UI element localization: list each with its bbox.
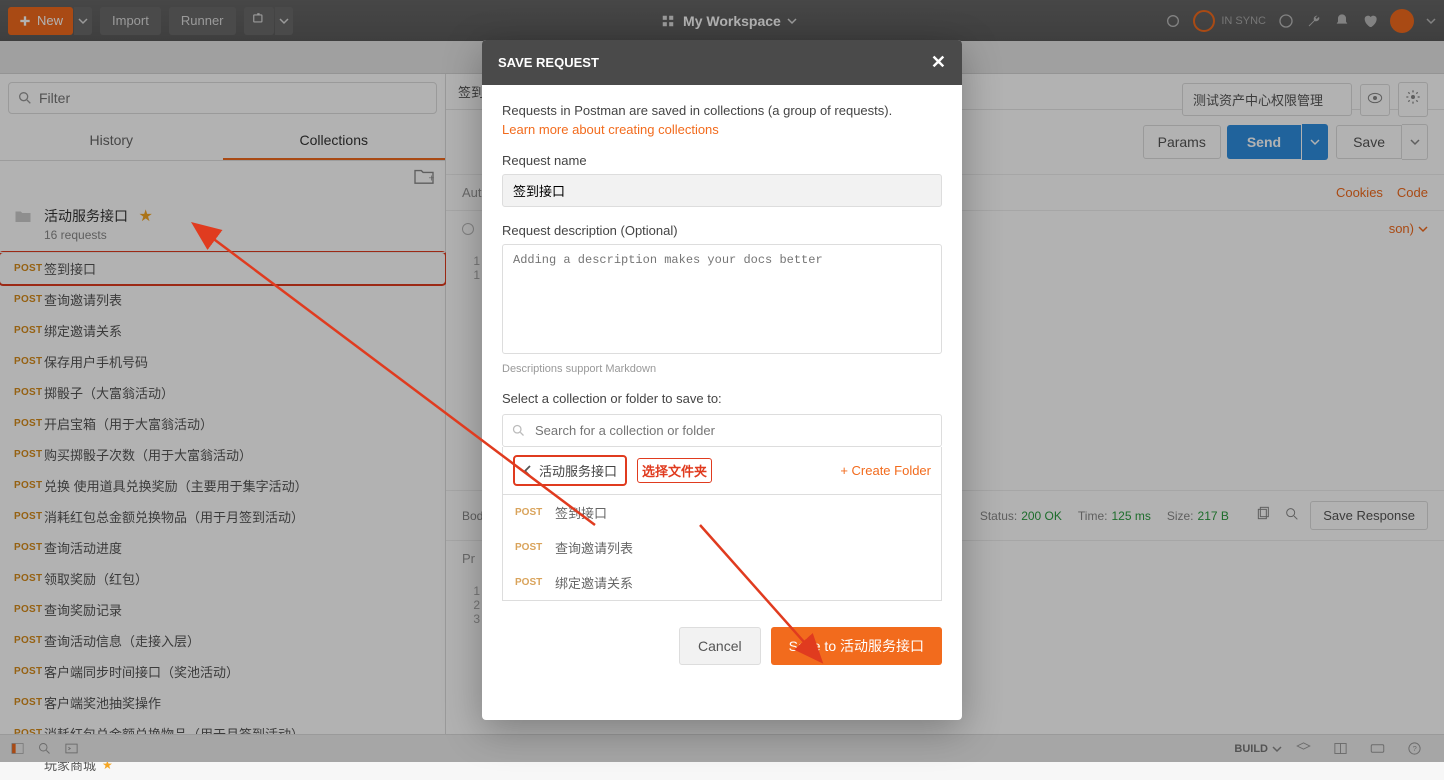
search-icon: [511, 423, 526, 438]
folder-list-item[interactable]: POST 签到接口: [503, 495, 941, 530]
cancel-button[interactable]: Cancel: [679, 627, 761, 665]
request-desc-label: Request description (Optional): [502, 223, 942, 238]
modal-header: SAVE REQUEST ✕: [482, 40, 962, 85]
folder-item-name: 签到接口: [555, 503, 607, 522]
request-desc-textarea[interactable]: [502, 244, 942, 354]
modal-overlay: SAVE REQUEST ✕ Requests in Postman are s…: [0, 0, 1444, 762]
folder-breadcrumb-back[interactable]: 活动服务接口: [513, 455, 627, 486]
method-badge: POST: [515, 577, 545, 588]
create-folder-button[interactable]: + Create Folder: [840, 463, 931, 478]
folder-list-item[interactable]: POST 绑定邀请关系: [503, 565, 941, 600]
folder-list: POST 签到接口 POST 查询邀请列表 POST 绑定邀请关系: [502, 495, 942, 601]
annotation-select-folder: 选择文件夹: [637, 458, 712, 483]
method-badge: POST: [515, 507, 545, 518]
folder-search-input[interactable]: [502, 414, 942, 447]
folder-item-name: 绑定邀请关系: [555, 573, 633, 592]
save-to-button[interactable]: Save to 活动服务接口: [771, 627, 942, 665]
request-name-label: Request name: [502, 153, 942, 168]
learn-more-link[interactable]: Learn more about creating collections: [502, 122, 719, 137]
chevron-left-icon: [523, 465, 533, 477]
markdown-hint: Descriptions support Markdown: [502, 363, 942, 375]
method-badge: POST: [515, 542, 545, 553]
select-folder-label: Select a collection or folder to save to…: [502, 391, 942, 406]
close-icon[interactable]: ✕: [931, 52, 946, 73]
folder-item-name: 查询邀请列表: [555, 538, 633, 557]
save-request-modal: SAVE REQUEST ✕ Requests in Postman are s…: [482, 40, 962, 720]
modal-description: Requests in Postman are saved in collect…: [502, 103, 942, 118]
folder-list-item[interactable]: POST 查询邀请列表: [503, 530, 941, 565]
modal-title: SAVE REQUEST: [498, 55, 599, 70]
folder-breadcrumb-label: 活动服务接口: [539, 461, 617, 480]
request-name-input[interactable]: [502, 174, 942, 207]
